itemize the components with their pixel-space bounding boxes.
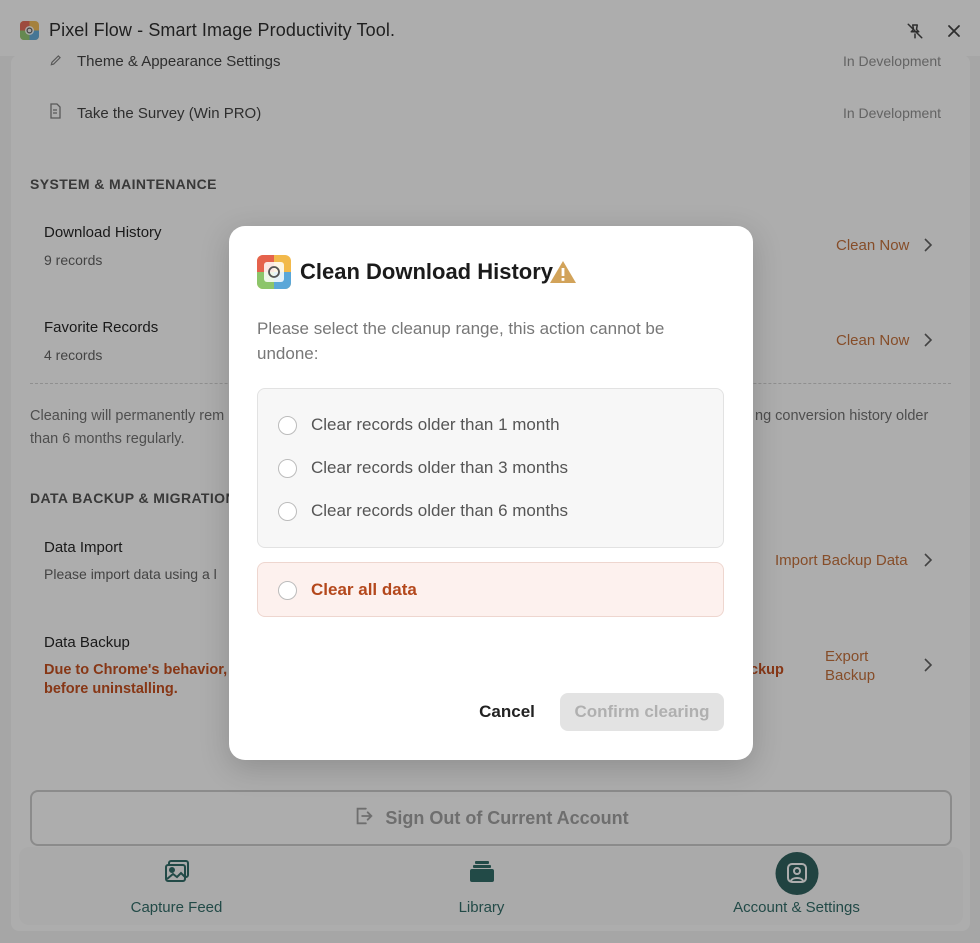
dialog-title: Clean Download History <box>300 259 554 284</box>
radio-button[interactable] <box>278 580 297 600</box>
warning-icon <box>549 259 577 290</box>
clean-history-dialog: Clean Download History Please select the… <box>229 226 753 760</box>
dialog-description-line1: Please select the cleanup range, this ac… <box>257 319 665 338</box>
confirm-clearing-button[interactable]: Confirm clearing <box>560 693 724 731</box>
option-label: Clear records older than 6 months <box>311 501 569 520</box>
app-logo-icon <box>257 255 291 289</box>
radio-button[interactable] <box>278 415 297 435</box>
dialog-description: Please select the cleanup range, this ac… <box>257 316 707 366</box>
option-label: Clear records older than 3 months <box>311 458 569 477</box>
option-6-months[interactable]: Clear records older than 6 months <box>278 500 568 522</box>
option-clear-all[interactable]: Clear all data <box>278 579 417 601</box>
clear-all-option-box: Clear all data <box>257 562 724 617</box>
range-options: Clear records older than 1 month Clear r… <box>257 388 724 548</box>
dialog-description-line2: undone: <box>257 344 319 363</box>
option-label: Clear records older than 1 month <box>311 415 560 434</box>
option-label: Clear all data <box>311 580 417 599</box>
option-1-month[interactable]: Clear records older than 1 month <box>278 414 560 436</box>
option-3-months[interactable]: Clear records older than 3 months <box>278 457 568 479</box>
radio-button[interactable] <box>278 501 297 521</box>
cancel-button[interactable]: Cancel <box>469 693 545 731</box>
radio-button[interactable] <box>278 458 297 478</box>
